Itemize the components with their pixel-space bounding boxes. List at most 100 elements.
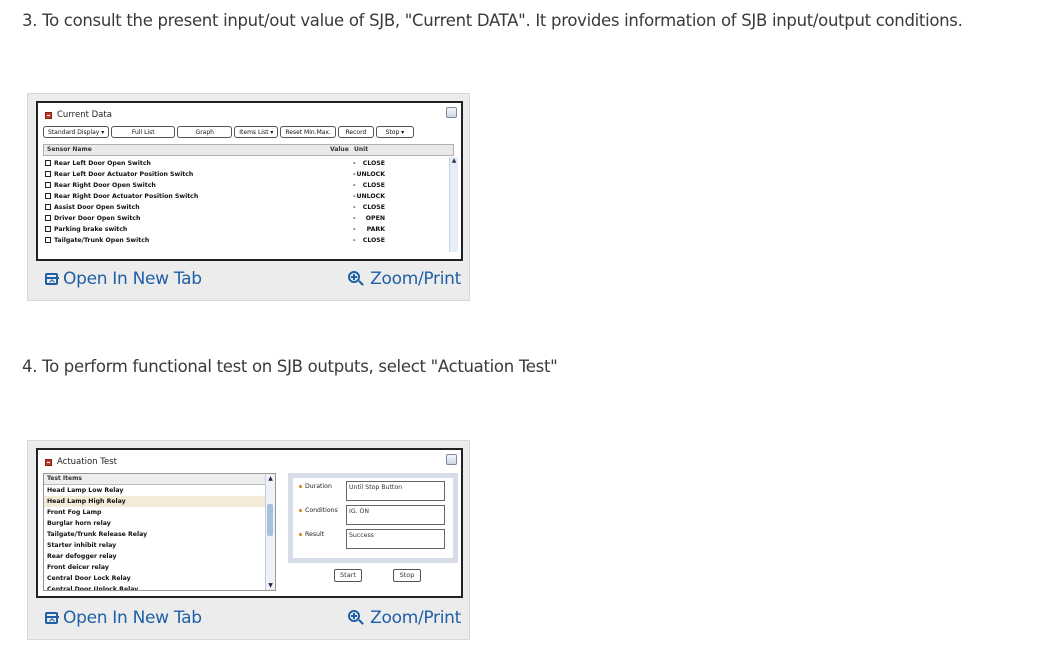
reset-min-max-button: Reset Min.Max.: [280, 126, 336, 138]
zoom-in-icon: [347, 270, 365, 288]
result-value: Success: [346, 529, 445, 549]
window-options-icon: [446, 454, 457, 465]
test-item: Central Door Unlock Relay: [47, 586, 139, 591]
sensor-value: OPEN: [365, 215, 385, 222]
sensor-unit: -: [353, 160, 356, 167]
duration-value: Until Stop Button: [346, 481, 445, 501]
actuation-test-figure: Actuation Test Test Items Head Lamp Low …: [27, 440, 470, 640]
duration-label: Duration: [305, 483, 332, 490]
test-details-panel: Duration Until Stop Button Conditions IG…: [288, 473, 458, 563]
row-checkbox: [45, 193, 51, 199]
column-unit: Unit: [354, 146, 369, 153]
window-options-icon: [446, 107, 457, 118]
stop-button: Stop: [393, 569, 421, 582]
sensor-name: Rear Right Door Open Switch: [54, 182, 156, 189]
sensor-row: Rear Right Door Open Switch CLOSE -: [43, 180, 447, 191]
scroll-up-icon: ▲: [451, 157, 457, 164]
open-new-tab-icon: [45, 612, 59, 624]
scroll-thumb: [267, 504, 273, 536]
zoom-print-link[interactable]: Zoom/Print: [347, 608, 461, 628]
sensor-row: Rear Right Door Actuator Position Switch…: [43, 191, 447, 202]
test-item: Tailgate/Trunk Release Relay: [47, 531, 148, 538]
bullet-icon: [299, 533, 302, 536]
toolbar: Standard Display ▾ Full List Graph Items…: [43, 126, 414, 138]
column-value: Value: [330, 146, 349, 153]
sensor-value: CLOSE: [362, 204, 385, 211]
zoom-print-label: Zoom/Print: [370, 608, 461, 628]
sensor-value: CLOSE: [362, 160, 385, 167]
sensor-row: Assist Door Open Switch CLOSE -: [43, 202, 447, 213]
conditions-label: Conditions: [305, 507, 338, 514]
sensor-value: CLOSE: [362, 237, 385, 244]
stop-button: Stop ▾: [375, 126, 414, 138]
figure-footer: Open In New Tab Zoom/Print: [28, 269, 469, 297]
column-sensor-name: Sensor Name: [47, 146, 92, 153]
window-title-text: Current Data: [57, 110, 112, 120]
open-new-tab-link[interactable]: Open In New Tab: [45, 608, 202, 628]
sensor-row: Parking brake switch PARK -: [43, 224, 447, 235]
test-items-list: Test Items Head Lamp Low Relay Head Lamp …: [43, 473, 276, 591]
sensor-unit: -: [353, 237, 356, 244]
row-checkbox: [45, 226, 51, 232]
sensor-value: CLOSE: [362, 182, 385, 189]
row-checkbox: [45, 160, 51, 166]
sensor-unit: -: [353, 193, 356, 200]
sensor-name: Driver Door Open Switch: [54, 215, 141, 222]
result-label: Result: [305, 531, 325, 538]
test-item: Head Lamp High Relay: [44, 496, 275, 507]
current-data-figure: Current Data Standard Display ▾ Full Lis…: [27, 93, 470, 301]
open-new-tab-icon: [45, 273, 59, 285]
actuation-test-screenshot: Actuation Test Test Items Head Lamp Low …: [36, 448, 463, 598]
sensor-row: Driver Door Open Switch OPEN -: [43, 213, 447, 224]
row-checkbox: [45, 182, 51, 188]
duration-row: Duration: [299, 483, 332, 490]
sensor-value: UNLOCK: [356, 193, 385, 200]
standard-display-button: Standard Display ▾: [43, 126, 110, 138]
sensor-name: Parking brake switch: [54, 226, 128, 233]
table-scrollbar: ▲: [449, 157, 458, 252]
conditions-row: Conditions: [299, 507, 338, 514]
test-item: Central Door Lock Relay: [47, 575, 131, 582]
collapse-icon: [45, 458, 52, 466]
zoom-print-link[interactable]: Zoom/Print: [347, 269, 461, 289]
step-4-text: 4. To perform functional test on SJB out…: [22, 357, 558, 376]
open-new-tab-link[interactable]: Open In New Tab: [45, 269, 202, 289]
sensor-unit: -: [353, 204, 356, 211]
sensor-name: Rear Right Door Actuator Position Switch: [54, 193, 199, 200]
record-button: Record: [337, 126, 374, 138]
current-data-screenshot: Current Data Standard Display ▾ Full Lis…: [36, 101, 463, 261]
step-3-text: 3. To consult the present input/out valu…: [22, 11, 963, 30]
window-title: Actuation Test: [45, 457, 117, 467]
figure-footer: Open In New Tab Zoom/Print: [28, 608, 469, 636]
test-item: Head Lamp Low Relay: [47, 487, 124, 494]
sensor-unit: -: [353, 215, 356, 222]
scroll-up-icon: ▲: [268, 475, 273, 482]
sensor-name: Rear Left Door Actuator Position Switch: [54, 171, 194, 178]
row-checkbox: [45, 171, 51, 177]
scroll-down-icon: ▼: [268, 582, 273, 589]
sensor-rows: Rear Left Door Open Switch CLOSE - Rear Lef…: [43, 158, 447, 246]
bullet-icon: [299, 509, 302, 512]
sensor-row: Rear Left Door Actuator Position Switch U…: [43, 169, 447, 180]
test-items-header: Test Items: [44, 474, 275, 485]
conditions-value: IG. ON: [346, 505, 445, 525]
row-checkbox: [45, 237, 51, 243]
sensor-name: Rear Left Door Open Switch: [54, 160, 151, 167]
bullet-icon: [299, 485, 302, 488]
sensor-name: Assist Door Open Switch: [54, 204, 140, 211]
row-checkbox: [45, 215, 51, 221]
table-header: Sensor Name Value Unit: [43, 144, 454, 156]
zoom-in-icon: [347, 609, 365, 627]
sensor-unit: -: [353, 226, 356, 233]
test-item: Burglar horn relay: [47, 520, 111, 527]
open-new-tab-label: Open In New Tab: [63, 608, 202, 628]
collapse-icon: [45, 111, 52, 119]
sensor-unit: -: [353, 171, 356, 178]
test-item: Front deicer relay: [47, 564, 109, 571]
test-item: Starter inhibit relay: [47, 542, 117, 549]
row-checkbox: [45, 204, 51, 210]
items-list-button: Items List ▾: [234, 126, 279, 138]
sensor-value: UNLOCK: [356, 171, 385, 178]
zoom-print-label: Zoom/Print: [370, 269, 461, 289]
graph-button: Graph: [177, 126, 233, 138]
